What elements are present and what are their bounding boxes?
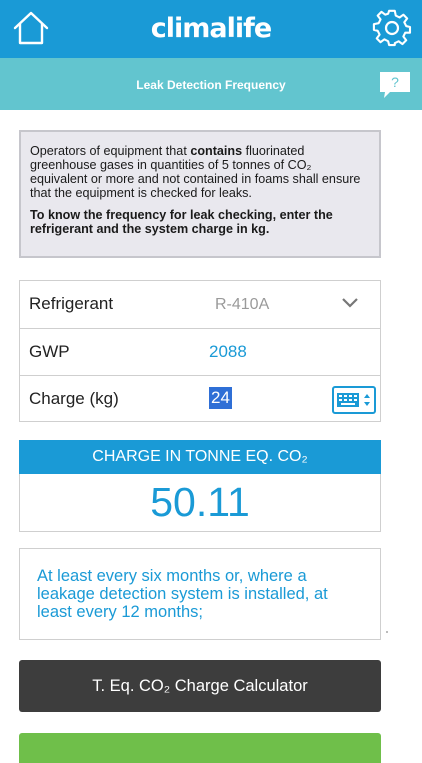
charge-calculator-button[interactable]: T. Eq. CO₂ Charge Calculator <box>19 660 381 712</box>
frequency-text: At least every six months or, where a le… <box>19 548 381 640</box>
input-table: Refrigerant R-410A GWP 2088 Charge (kg) … <box>19 280 381 422</box>
result-header: CHARGE IN TONNE EQ. CO₂ <box>19 440 381 474</box>
info-instruction: To know the frequency for leak checking,… <box>30 208 333 236</box>
charge-row[interactable]: Charge (kg) 24 <box>20 375 380 422</box>
chevron-down-icon[interactable] <box>342 297 358 309</box>
divider-dot <box>386 631 388 633</box>
info-paragraph: Operators of equipment that contains flu… <box>30 144 371 200</box>
help-bubble-icon[interactable]: ? <box>378 70 412 100</box>
refrigerant-row[interactable]: Refrigerant R-410A <box>20 281 380 327</box>
info-panel: Operators of equipment that contains flu… <box>19 130 381 258</box>
green-action-button[interactable] <box>19 733 381 763</box>
gwp-label: GWP <box>29 342 70 361</box>
climalife-logo: climalife <box>150 13 272 44</box>
gear-icon[interactable] <box>372 8 412 48</box>
sub-header: Leak Detection Frequency <box>0 58 422 110</box>
charge-label: Charge (kg) <box>29 389 119 408</box>
gwp-value: 2088 <box>209 342 247 361</box>
top-bar: climalife <box>0 0 422 58</box>
refrigerant-label: Refrigerant <box>29 294 114 313</box>
help-label: ? <box>391 74 399 90</box>
info-text-bold: contains <box>190 144 243 158</box>
charge-input[interactable]: 24 <box>209 387 232 409</box>
result-panel: CHARGE IN TONNE EQ. CO₂ 50.11 <box>19 440 381 532</box>
info-text-start: Operators of equipment that <box>30 144 191 158</box>
result-value: 50.11 <box>150 479 250 525</box>
page-title: Leak Detection Frequency <box>136 78 286 92</box>
keyboard-toggle-icon[interactable] <box>332 386 376 414</box>
keyboard-glyph-icon <box>337 393 370 407</box>
gwp-row: GWP 2088 <box>20 328 380 375</box>
refrigerant-select[interactable]: R-410A <box>215 296 269 314</box>
